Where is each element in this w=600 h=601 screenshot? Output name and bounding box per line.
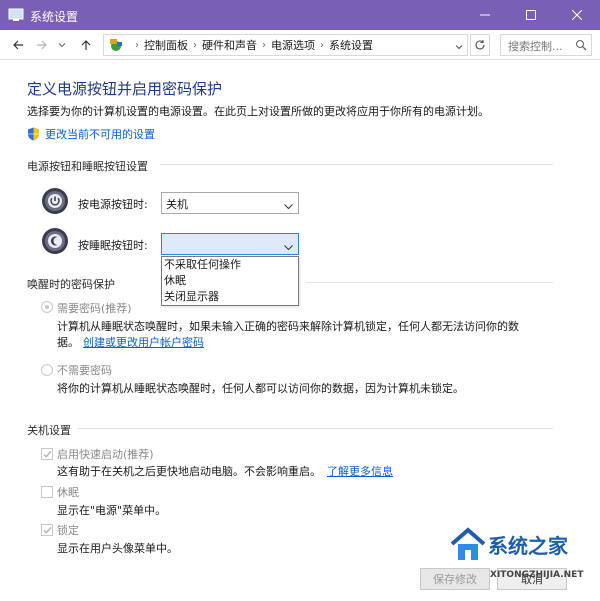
window-title: 系统设置 bbox=[30, 10, 79, 24]
require-password-desc-line2: 据。 创建或更改用户帐户密码 bbox=[57, 334, 204, 350]
hibernate-label: 休眠 bbox=[57, 486, 79, 499]
no-password-desc: 将你的计算机从睡眠状态唤醒时，任何人都可以访问你的数据，因为计算机未锁定。 bbox=[57, 382, 464, 395]
change-settings-link-label[interactable]: 更改当前不可用的设置 bbox=[45, 126, 155, 142]
learn-more-link[interactable]: 了解更多信息 bbox=[327, 465, 393, 478]
watermark-text: 系统之家 bbox=[488, 534, 568, 558]
breadcrumb-item-power-options[interactable]: 电源选项 bbox=[271, 37, 315, 53]
section-title-power-buttons: 电源按钮和睡眠按钮设置 bbox=[27, 160, 148, 173]
minimize-icon bbox=[480, 14, 490, 16]
chevron-down-icon[interactable] bbox=[455, 41, 463, 54]
dropdown-option-turn-off-display[interactable]: 关闭显示器 bbox=[162, 289, 298, 305]
require-password-radio[interactable] bbox=[41, 301, 53, 313]
require-password-desc-line2-text: 据。 bbox=[57, 336, 79, 349]
arrow-right-icon bbox=[37, 40, 47, 50]
fast-startup-desc: 这有助于在关机之后更快地启动电脑。不会影响重启。 了解更多信息 bbox=[57, 463, 393, 479]
hibernate-desc: 显示在"电源"菜单中。 bbox=[57, 504, 167, 517]
lock-desc: 显示在用户头像菜单中。 bbox=[57, 542, 178, 555]
power-button-action-value: 关机 bbox=[166, 198, 188, 211]
no-password-label: 不需要密码 bbox=[57, 364, 112, 377]
close-button[interactable] bbox=[554, 0, 600, 30]
change-settings-link[interactable]: 更改当前不可用的设置 bbox=[27, 126, 155, 142]
checkmark-icon bbox=[43, 527, 52, 534]
breadcrumb[interactable]: › 控制面板 › 硬件和声音 › 电源选项 › 系统设置 bbox=[103, 34, 468, 56]
breadcrumb-item-control-panel[interactable]: 控制面板 bbox=[144, 37, 188, 53]
chevron-down-icon bbox=[284, 241, 293, 254]
no-password-radio[interactable] bbox=[41, 364, 53, 376]
section-divider bbox=[306, 282, 553, 283]
recent-pages-button[interactable] bbox=[56, 37, 68, 53]
arrow-left-icon bbox=[13, 40, 23, 50]
fast-startup-desc-text: 这有助于在关机之后更快地启动电脑。不会影响重启。 bbox=[57, 465, 321, 478]
forward-button[interactable] bbox=[34, 37, 50, 53]
dropdown-option-do-nothing[interactable]: 不采取任何操作 bbox=[162, 257, 298, 273]
section-divider bbox=[160, 164, 553, 165]
control-panel-icon bbox=[108, 37, 124, 53]
breadcrumb-item-system-settings[interactable]: 系统设置 bbox=[329, 37, 373, 53]
search-placeholder: 搜索控制... bbox=[508, 40, 563, 53]
address-bar: › 控制面板 › 硬件和声音 › 电源选项 › 系统设置 搜索控制... bbox=[0, 30, 600, 60]
fast-startup-checkbox[interactable] bbox=[41, 448, 53, 460]
page-description: 选择要为你的计算机设置的电源设置。在此页上对设置所做的更改将应用于你所有的电源计… bbox=[27, 105, 489, 118]
lock-label: 锁定 bbox=[57, 524, 79, 537]
require-password-label: 需要密码(推荐) bbox=[57, 302, 132, 315]
sleep-button-label: 按睡眠按钮时: bbox=[78, 239, 148, 252]
breadcrumb-separator: › bbox=[320, 39, 324, 51]
refresh-button[interactable] bbox=[470, 34, 490, 56]
power-button-label: 按电源按钮时: bbox=[78, 198, 148, 211]
power-button-icon bbox=[41, 187, 69, 215]
search-input[interactable]: 搜索控制... bbox=[500, 34, 592, 56]
sleep-button-action-dropdown: 不采取任何操作 休眠 关闭显示器 bbox=[161, 256, 299, 306]
lock-checkbox[interactable] bbox=[41, 524, 53, 536]
watermark: 系统之家 XITONGZHIJIA.NET bbox=[440, 520, 600, 601]
title-bar: 系统设置 bbox=[0, 0, 600, 30]
back-button[interactable] bbox=[10, 37, 26, 53]
section-divider bbox=[78, 428, 553, 429]
fast-startup-label: 启用快速启动(推荐) bbox=[57, 448, 154, 461]
chevron-down-icon bbox=[58, 43, 66, 48]
chevron-down-icon bbox=[284, 200, 293, 213]
house-logo-icon bbox=[448, 524, 488, 567]
sleep-button-action-select[interactable] bbox=[161, 233, 299, 255]
shield-icon bbox=[27, 127, 40, 141]
close-icon bbox=[572, 10, 582, 20]
breadcrumb-separator: › bbox=[262, 39, 266, 51]
up-button[interactable] bbox=[78, 37, 94, 53]
maximize-button[interactable] bbox=[508, 0, 554, 30]
sleep-button-icon bbox=[41, 227, 69, 255]
section-title-password: 唤醒时的密码保护 bbox=[27, 278, 115, 291]
search-icon bbox=[575, 39, 587, 54]
section-title-shutdown: 关机设置 bbox=[27, 424, 71, 437]
minimize-button[interactable] bbox=[462, 0, 508, 30]
breadcrumb-separator: › bbox=[135, 39, 139, 51]
page-title: 定义电源按钮并启用密码保护 bbox=[27, 80, 223, 98]
power-button-action-select[interactable]: 关机 bbox=[161, 192, 299, 214]
maximize-icon bbox=[526, 10, 536, 20]
require-password-desc-line1: 计算机从睡眠状态唤醒时，如果未输入正确的密码来解除计算机锁定，任何人都无法访问你… bbox=[57, 320, 519, 333]
control-panel-icon bbox=[8, 7, 24, 23]
breadcrumb-separator: › bbox=[193, 39, 197, 51]
dropdown-option-hibernate[interactable]: 休眠 bbox=[162, 273, 298, 289]
breadcrumb-item-hardware-sound[interactable]: 硬件和声音 bbox=[202, 37, 257, 53]
watermark-url: XITONGZHIJIA.NET bbox=[490, 570, 584, 580]
create-password-link[interactable]: 创建或更改用户帐户密码 bbox=[83, 336, 204, 349]
arrow-up-icon bbox=[81, 40, 91, 50]
refresh-icon bbox=[475, 40, 485, 50]
checkmark-icon bbox=[43, 451, 52, 458]
hibernate-checkbox[interactable] bbox=[41, 486, 53, 498]
